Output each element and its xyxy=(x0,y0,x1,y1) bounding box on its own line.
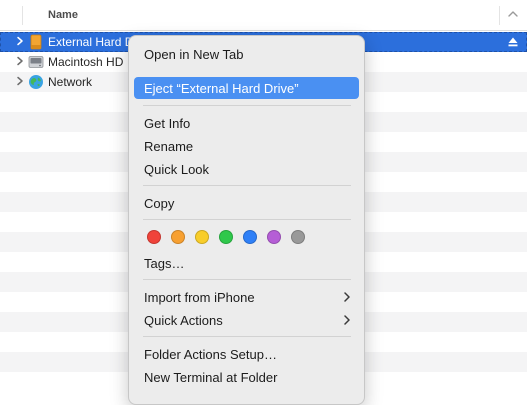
tag-red-dot[interactable] xyxy=(147,230,161,244)
menu-item-rename[interactable]: Rename xyxy=(134,135,359,157)
menu-item-label: Copy xyxy=(144,196,175,211)
menu-item-label: Eject “External Hard Drive” xyxy=(144,81,299,96)
menu-item-eject[interactable]: Eject “External Hard Drive” xyxy=(134,77,359,99)
tag-blue-dot[interactable] xyxy=(243,230,257,244)
menu-separator xyxy=(143,219,351,220)
menu-item-label: Get Info xyxy=(144,116,191,131)
row-label: Network xyxy=(48,75,93,89)
menu-separator xyxy=(143,185,351,186)
menu-item-open-new-tab[interactable]: Open in New Tab xyxy=(134,43,359,65)
menu-item-label: Folder Actions Setup… xyxy=(144,347,277,362)
menu-separator xyxy=(143,105,351,106)
menu-item-copy[interactable]: Copy xyxy=(134,192,359,214)
menu-item-label: New Terminal at Folder xyxy=(144,370,278,385)
external-drive-icon xyxy=(30,34,42,50)
tag-green-dot[interactable] xyxy=(219,230,233,244)
disclosure-chevron-icon[interactable] xyxy=(15,56,25,66)
menu-item-import-iphone[interactable]: Import from iPhone xyxy=(134,286,359,308)
menu-separator xyxy=(143,336,351,337)
name-column-header[interactable]: Name xyxy=(48,9,78,21)
disclosure-chevron-icon[interactable] xyxy=(15,36,25,46)
tag-orange-dot[interactable] xyxy=(171,230,185,244)
row-label: Macintosh HD xyxy=(48,55,124,69)
tag-gray-dot[interactable] xyxy=(291,230,305,244)
column-divider xyxy=(499,6,500,25)
menu-item-quick-look[interactable]: Quick Look xyxy=(134,158,359,180)
internal-drive-icon xyxy=(28,56,44,68)
menu-item-label: Quick Look xyxy=(144,162,210,177)
eject-icon[interactable] xyxy=(507,36,519,48)
menu-item-label: Open in New Tab xyxy=(144,47,244,62)
submenu-chevron-icon xyxy=(344,292,350,302)
network-globe-icon xyxy=(29,75,43,89)
menu-item-label: Import from iPhone xyxy=(144,290,255,305)
disclosure-chevron-icon[interactable] xyxy=(15,76,25,86)
menu-item-label: Quick Actions xyxy=(144,313,223,328)
menu-item-folder-actions[interactable]: Folder Actions Setup… xyxy=(134,343,359,365)
menu-separator xyxy=(143,279,351,280)
finder-window: Name External Hard Drive Macintosh HD Ne… xyxy=(0,0,527,405)
tag-purple-dot[interactable] xyxy=(267,230,281,244)
menu-item-quick-actions[interactable]: Quick Actions xyxy=(134,309,359,331)
menu-item-get-info[interactable]: Get Info xyxy=(134,112,359,134)
tag-yellow-dot[interactable] xyxy=(195,230,209,244)
sort-chevron-icon[interactable] xyxy=(507,8,519,20)
context-menu: Open in New Tab Eject “External Hard Dri… xyxy=(128,35,365,405)
column-divider xyxy=(22,6,23,25)
menu-item-tags[interactable]: Tags… xyxy=(134,252,359,274)
submenu-chevron-icon xyxy=(344,315,350,325)
column-header: Name xyxy=(0,0,527,31)
menu-item-label: Rename xyxy=(144,139,194,154)
menu-item-label: Tags… xyxy=(144,256,185,271)
